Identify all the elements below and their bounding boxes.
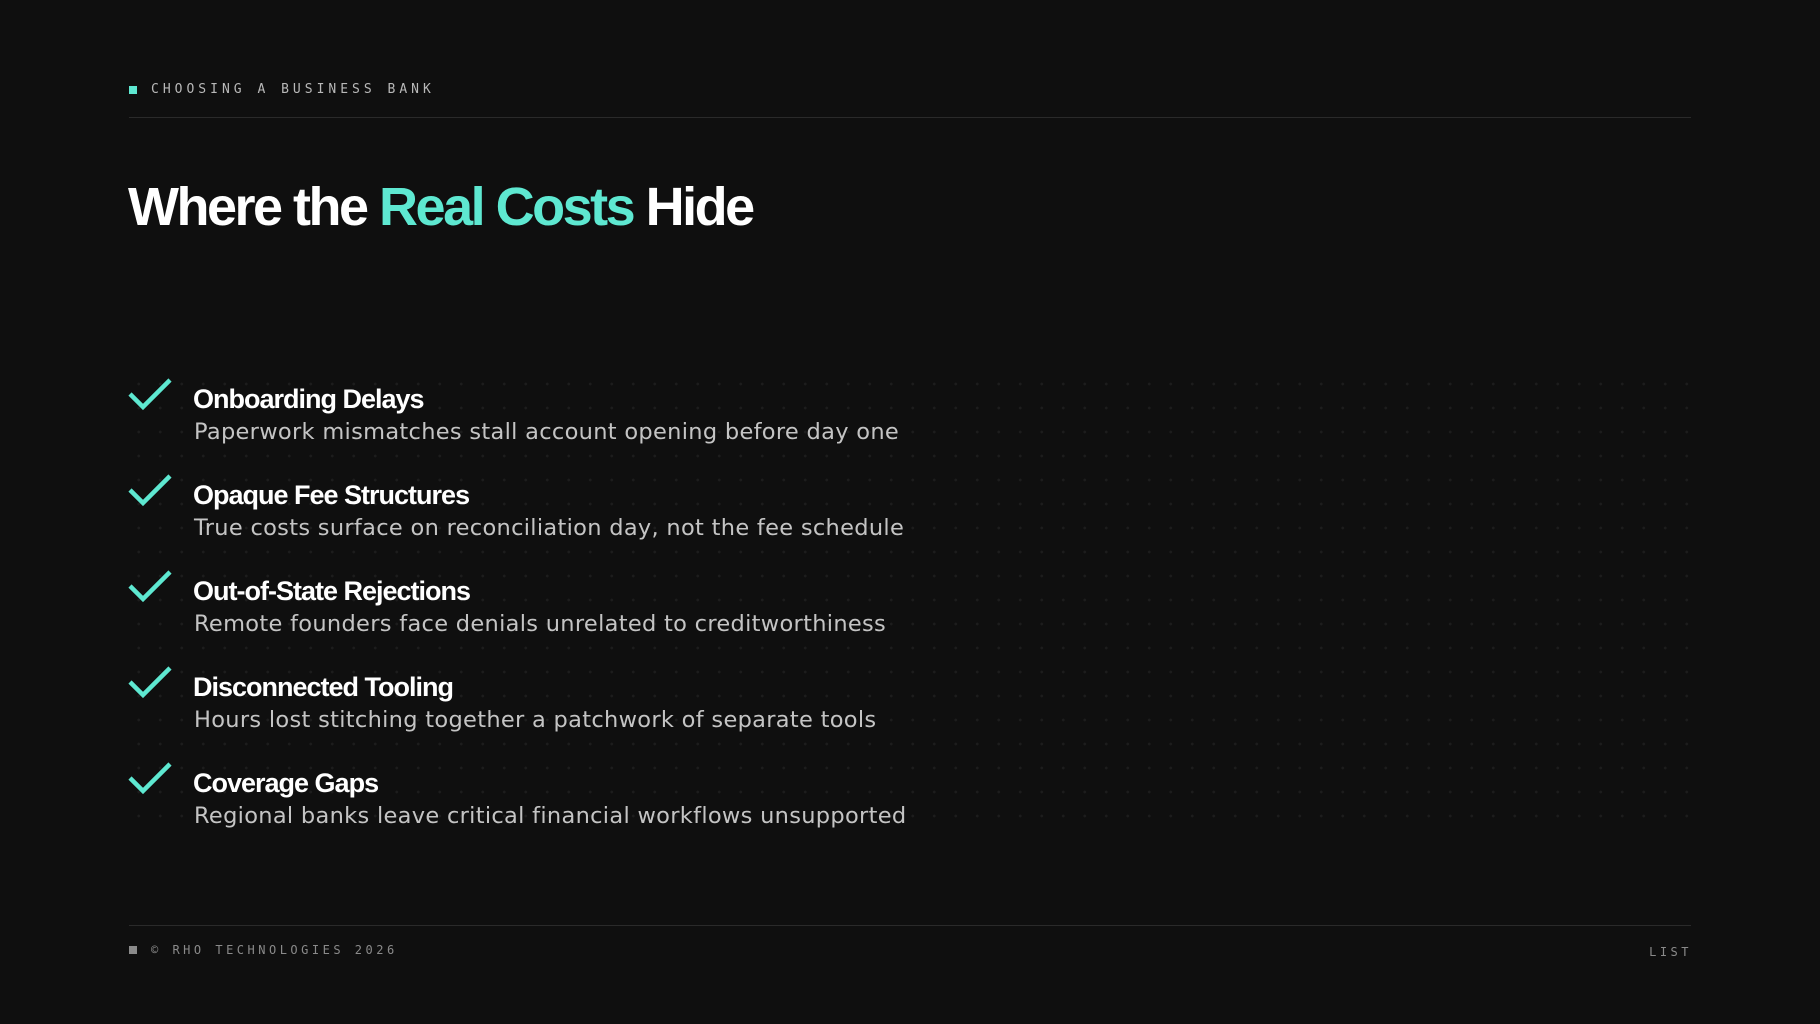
list-item-description: Remote founders face denials unrelated t… (194, 611, 887, 637)
list-item: Coverage Gaps Regional banks leave criti… (128, 762, 1128, 858)
title-highlight: Real Costs (379, 177, 636, 237)
square-icon (129, 85, 137, 94)
check-icon (128, 762, 172, 795)
list-item-title: Opaque Fee Structures (193, 480, 470, 510)
page-title: Where the Real Costs Hide (128, 177, 756, 237)
list-item-title: Disconnected Tooling (193, 672, 454, 702)
header-divider (129, 117, 1691, 118)
list-item-title: Onboarding Delays (193, 384, 425, 414)
list-item-title: Out-of-State Rejections (193, 576, 471, 606)
footer-layout-label: LIST (1649, 945, 1692, 959)
list-item: Opaque Fee Structures True costs surface… (128, 474, 1128, 570)
title-suffix: Hide (633, 177, 756, 237)
square-icon (129, 946, 137, 954)
list-item-description: Regional banks leave critical financial … (194, 803, 907, 829)
check-icon (128, 378, 172, 411)
list-item-description: Hours lost stitching together a patchwor… (194, 707, 877, 733)
list-item-description: True costs surface on reconciliation day… (194, 515, 905, 541)
footer-layout-label-block: LIST (1649, 943, 1692, 961)
slide-header: CHOOSING A BUSINESS BANK (129, 82, 435, 97)
check-icon (128, 666, 172, 699)
check-icon (128, 570, 172, 603)
section-kicker: CHOOSING A BUSINESS BANK (151, 82, 435, 97)
footer-copyright: © RHO TECHNOLOGIES 2026 (151, 943, 398, 957)
list-item-description: Paperwork mismatches stall account openi… (194, 419, 900, 445)
list-item-title: Coverage Gaps (193, 768, 379, 798)
check-icon (128, 474, 172, 507)
list-item: Disconnected Tooling Hours lost stitchin… (128, 666, 1128, 762)
list-item: Out-of-State Rejections Remote founders … (128, 570, 1128, 666)
cost-list: Onboarding Delays Paperwork mismatches s… (128, 378, 1128, 858)
footer-divider (129, 925, 1691, 926)
footer-copyright-block: © RHO TECHNOLOGIES 2026 (129, 943, 398, 957)
slide: CHOOSING A BUSINESS BANK Where the Real … (0, 0, 1820, 1024)
title-prefix: Where the (128, 177, 380, 237)
list-item: Onboarding Delays Paperwork mismatches s… (128, 378, 1128, 474)
